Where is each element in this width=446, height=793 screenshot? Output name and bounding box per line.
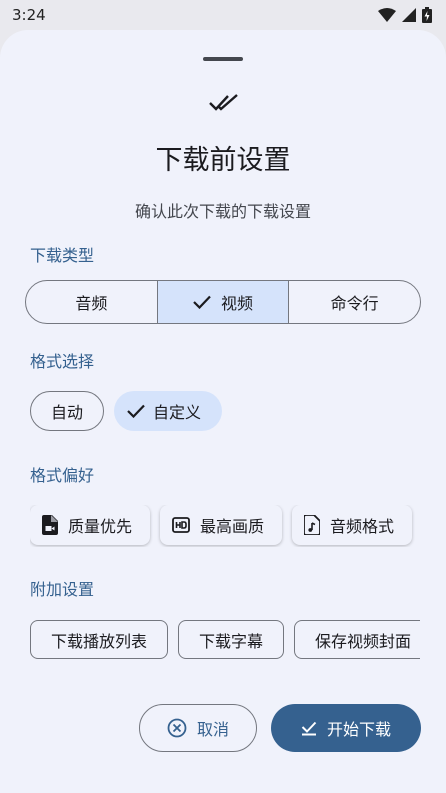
chip-save-thumbnail[interactable]: 保存视频封面 [294,620,420,659]
segment-label: 视频 [221,294,254,313]
chip-label: 自动 [51,403,84,422]
pref-label: 音频格式 [330,517,395,536]
cancel-button[interactable]: 取消 [139,704,257,752]
format-select-label: 格式选择 [30,352,95,371]
chip-label: 保存视频封面 [315,631,412,651]
format-select-chips: 自动 自定义 [30,391,223,431]
sheet-title: 下载前设置 [155,145,291,176]
chip-download-playlist[interactable]: 下载播放列表 [30,620,169,659]
audio-file-icon [304,515,321,535]
segment-audio[interactable]: 音频 [26,281,157,323]
done-all-icon [209,92,239,114]
download-type-segmented: 音频 视频 命令行 [25,280,421,324]
download-type-label: 下载类型 [30,246,95,265]
sheet-subtitle: 确认此次下载的下载设置 [134,202,311,221]
status-icons [378,7,432,23]
chip-label: 自定义 [153,403,202,422]
pref-label: 质量优先 [68,517,133,536]
extra-settings-row: 下载播放列表 下载字幕 保存视频封面 [30,620,420,660]
format-pref-row: 质量优先 最高画质 音频格式 [30,505,420,547]
chip-custom[interactable]: 自定义 [114,391,223,431]
pref-audio-format[interactable]: 音频格式 [292,505,413,545]
status-time: 3:24 [12,6,46,24]
chip-download-subtitles[interactable]: 下载字幕 [178,620,285,659]
pref-quality-first[interactable]: 质量优先 [30,505,151,545]
segment-video[interactable]: 视频 [156,281,289,323]
hd-icon [172,517,190,533]
extra-settings-label: 附加设置 [30,580,95,599]
segment-label: 命令行 [330,294,379,313]
drag-handle[interactable] [203,57,243,61]
start-download-button[interactable]: 开始下载 [271,704,421,752]
start-download-label: 开始下载 [326,720,391,739]
check-icon [193,295,211,309]
format-pref-label: 格式偏好 [30,466,95,485]
battery-icon [422,7,432,23]
video-file-icon [42,515,58,535]
cancel-label: 取消 [196,720,229,739]
download-done-icon [301,720,317,736]
segment-label: 音频 [75,294,108,313]
pref-label: 最高画质 [200,517,265,536]
signal-icon [402,8,416,22]
wifi-icon [378,8,396,22]
status-bar: 3:24 [0,0,446,30]
cancel-icon [167,718,187,738]
chip-label: 下载字幕 [199,631,264,651]
chip-label: 下载播放列表 [51,631,148,651]
check-icon [127,404,145,418]
pref-highest-quality[interactable]: 最高画质 [160,505,283,545]
download-settings-sheet: 下载前设置 确认此次下载的下载设置 下载类型 音频 视频 命令行 格式选择 自动… [0,30,446,793]
chip-auto[interactable]: 自动 [30,391,105,431]
segment-command[interactable]: 命令行 [288,281,420,323]
